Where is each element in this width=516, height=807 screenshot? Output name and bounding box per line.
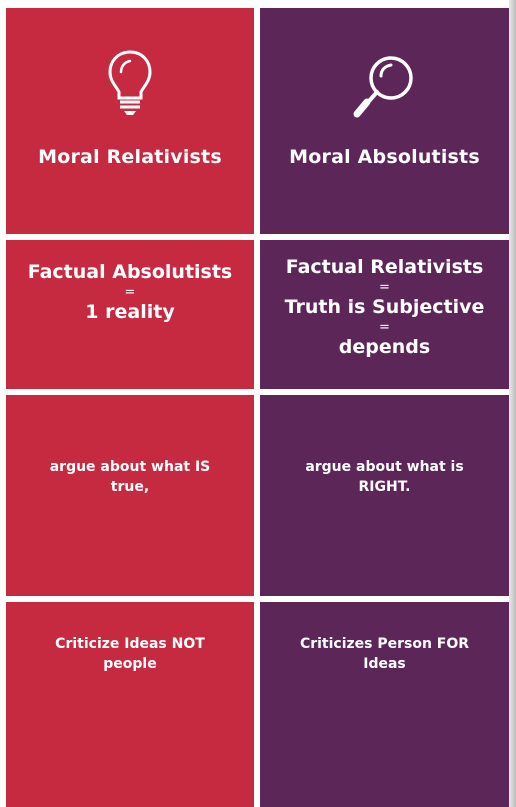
header-cell-moral-relativists: Moral Relativists	[6, 8, 254, 234]
depends-label: depends	[338, 336, 431, 358]
magnifier-icon	[353, 56, 413, 118]
equals-sign: =	[379, 320, 390, 335]
lightbulb-icon	[108, 50, 152, 115]
criticize-ideas-cell: Criticize Ideas NOT people	[6, 602, 254, 807]
criticizes-person-cell: Criticizes Person FOR Ideas	[260, 602, 509, 807]
equals-sign: =	[379, 280, 390, 295]
factual-absolutists-cell: Factual Absolutists = 1 reality	[6, 240, 254, 389]
argue-right-line2: RIGHT.	[358, 479, 411, 495]
argue-is-cell: argue about what IS true,	[6, 395, 254, 596]
factual-relativists-label: Factual Relativists	[285, 256, 484, 278]
truth-subjective-label: Truth is Subjective	[284, 296, 485, 318]
criticize-ideas-line2: people	[103, 656, 157, 672]
right-edge-border	[509, 0, 516, 807]
criticizes-person-line1: Criticizes Person FOR	[299, 636, 470, 652]
argue-right-line1: argue about what is	[305, 459, 464, 475]
factual-relativists-cell: Factual Relativists = Truth is Subjectiv…	[260, 240, 509, 389]
argue-right-cell: argue about what is RIGHT.	[260, 395, 509, 596]
criticizes-person-line2: Ideas	[363, 656, 406, 672]
comparison-grid: Moral Relativists Moral Absolutists Fact…	[0, 0, 516, 807]
header-cell-moral-absolutists: Moral Absolutists	[260, 8, 509, 234]
argue-is-line1: argue about what IS	[49, 459, 211, 475]
criticize-ideas-line1: Criticize Ideas NOT	[55, 636, 205, 652]
header-title-right: Moral Absolutists	[289, 146, 480, 168]
equals-sign: =	[124, 285, 136, 300]
argue-is-line2: true,	[110, 479, 150, 495]
header-title-left: Moral Relativists	[38, 146, 222, 168]
factual-absolutists-label: Factual Absolutists	[27, 261, 233, 283]
one-reality-label: 1 reality	[85, 301, 175, 323]
